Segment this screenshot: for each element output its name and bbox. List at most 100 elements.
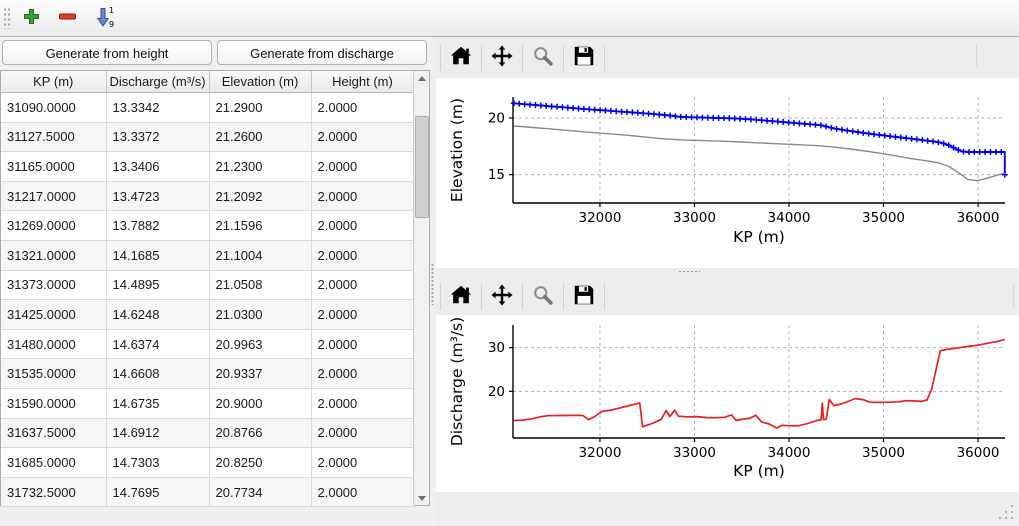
table-cell[interactable]: 2.0000 <box>311 122 414 152</box>
table-cell[interactable]: 31127.5000 <box>1 122 106 152</box>
table-cell[interactable]: 13.3406 <box>106 152 209 182</box>
table-cell[interactable]: 2.0000 <box>311 329 414 359</box>
table-scrollbar[interactable] <box>413 71 429 505</box>
table-row[interactable]: 31321.000014.168521.10042.0000 <box>1 240 414 270</box>
table-cell[interactable]: 14.6735 <box>106 388 209 418</box>
add-row-button[interactable] <box>17 5 45 31</box>
table-cell[interactable]: 2.0000 <box>311 270 414 300</box>
table-cell[interactable]: 20.8766 <box>209 418 311 448</box>
table-cell[interactable]: 2.0000 <box>311 477 414 507</box>
pan-button[interactable] <box>486 282 518 312</box>
table-cell[interactable]: 20.9337 <box>209 359 311 389</box>
table-cell[interactable]: 31535.0000 <box>1 359 106 389</box>
table-row[interactable]: 31217.000013.472321.20922.0000 <box>1 181 414 211</box>
table-row[interactable]: 31637.500014.691220.87662.0000 <box>1 418 414 448</box>
table-cell[interactable]: 2.0000 <box>311 93 414 123</box>
table-cell[interactable]: 31732.5000 <box>1 477 106 507</box>
col-header-elevation[interactable]: Elevation (m) <box>209 71 311 93</box>
table-cell[interactable]: 2.0000 <box>311 388 414 418</box>
table-cell[interactable]: 2.0000 <box>311 359 414 389</box>
table-row[interactable]: 31425.000014.624821.03002.0000 <box>1 300 414 330</box>
elevation-chart-canvas[interactable]: 32000330003400035000360001520KP (m)Eleva… <box>436 78 1019 268</box>
table-cell[interactable]: 2.0000 <box>311 418 414 448</box>
minus-icon <box>58 8 77 28</box>
save-button[interactable] <box>568 282 600 312</box>
separator <box>481 45 482 71</box>
table-cell[interactable]: 14.7695 <box>106 477 209 507</box>
remove-row-button[interactable] <box>53 5 81 31</box>
table-cell[interactable]: 21.2300 <box>209 152 311 182</box>
table-cell[interactable]: 14.1685 <box>106 240 209 270</box>
table-row[interactable]: 31269.000013.788221.15962.0000 <box>1 211 414 241</box>
generate-from-height-button[interactable]: Generate from height <box>2 40 212 65</box>
table-cell[interactable]: 13.3342 <box>106 93 209 123</box>
table-cell[interactable]: 14.7303 <box>106 448 209 478</box>
col-header-kp[interactable]: KP (m) <box>1 71 106 93</box>
pan-button[interactable] <box>486 43 518 73</box>
table-cell[interactable]: 31480.0000 <box>1 329 106 359</box>
window-size-grip[interactable] <box>998 504 1015 521</box>
zoom-button[interactable] <box>527 43 559 73</box>
table-cell[interactable]: 20.8250 <box>209 448 311 478</box>
table-cell[interactable]: 31425.0000 <box>1 300 106 330</box>
panel-splitter[interactable] <box>429 37 436 526</box>
table-row[interactable]: 31127.500013.337221.26002.0000 <box>1 122 414 152</box>
zoom-button[interactable] <box>527 282 559 312</box>
table-row[interactable]: 31732.500014.769520.77342.0000 <box>1 477 414 507</box>
table-cell[interactable]: 31685.0000 <box>1 448 106 478</box>
table-cell[interactable]: 21.0300 <box>209 300 311 330</box>
table-cell[interactable]: 13.4723 <box>106 181 209 211</box>
table-cell[interactable]: 21.2900 <box>209 93 311 123</box>
table-row[interactable]: 31590.000014.673520.90002.0000 <box>1 388 414 418</box>
table-cell[interactable]: 2.0000 <box>311 211 414 241</box>
table-cell[interactable]: 14.6248 <box>106 300 209 330</box>
table-cell[interactable]: 2.0000 <box>311 448 414 478</box>
discharge-chart-canvas[interactable]: 32000330003400035000360002030KP (m)Disch… <box>436 315 1019 492</box>
table-cell[interactable]: 31637.5000 <box>1 418 106 448</box>
toolbar-drag-handle[interactable] <box>3 7 10 29</box>
table-cell[interactable]: 21.2092 <box>209 181 311 211</box>
table-cell[interactable]: 14.6912 <box>106 418 209 448</box>
table-cell[interactable]: 2.0000 <box>311 300 414 330</box>
table-cell[interactable]: 31217.0000 <box>1 181 106 211</box>
table-cell[interactable]: 21.1596 <box>209 211 311 241</box>
table-cell[interactable]: 31165.0000 <box>1 152 106 182</box>
home-button[interactable] <box>445 43 477 73</box>
table-row[interactable]: 31480.000014.637420.99632.0000 <box>1 329 414 359</box>
table-cell[interactable]: 13.3372 <box>106 122 209 152</box>
sort-rows-button[interactable]: 1 9 <box>90 5 118 31</box>
table-cell[interactable]: 14.4895 <box>106 270 209 300</box>
table-cell[interactable]: 2.0000 <box>311 152 414 182</box>
table-row[interactable]: 31165.000013.340621.23002.0000 <box>1 152 414 182</box>
table-cell[interactable]: 31321.0000 <box>1 240 106 270</box>
table-row[interactable]: 31090.000013.334221.29002.0000 <box>1 93 414 123</box>
scrollbar-thumb[interactable] <box>415 116 429 218</box>
table-cell[interactable]: 20.9000 <box>209 388 311 418</box>
table-row[interactable]: 31535.000014.660820.93372.0000 <box>1 359 414 389</box>
col-header-height[interactable]: Height (m) <box>311 71 414 93</box>
table-cell[interactable]: 14.6608 <box>106 359 209 389</box>
save-button[interactable] <box>568 43 600 73</box>
table-cell[interactable]: 21.1004 <box>209 240 311 270</box>
table-cell[interactable]: 14.6374 <box>106 329 209 359</box>
table-cell[interactable]: 31373.0000 <box>1 270 106 300</box>
table-cell[interactable]: 2.0000 <box>311 240 414 270</box>
table-cell[interactable]: 31090.0000 <box>1 93 106 123</box>
chart-splitter[interactable] <box>436 268 1019 278</box>
col-header-discharge[interactable]: Discharge (m³/s) <box>106 71 209 93</box>
table-cell[interactable]: 21.0508 <box>209 270 311 300</box>
table-cell[interactable]: 31269.0000 <box>1 211 106 241</box>
home-button[interactable] <box>445 282 477 312</box>
generate-from-discharge-button[interactable]: Generate from discharge <box>217 40 427 65</box>
charts-panel: 32000330003400035000360001520KP (m)Eleva… <box>436 37 1019 526</box>
table-cell[interactable]: 31590.0000 <box>1 388 106 418</box>
table-cell[interactable]: 2.0000 <box>311 181 414 211</box>
table-cell[interactable]: 13.7882 <box>106 211 209 241</box>
table-row[interactable]: 31685.000014.730320.82502.0000 <box>1 448 414 478</box>
table-row[interactable]: 31373.000014.489521.05082.0000 <box>1 270 414 300</box>
scroll-down-button[interactable] <box>414 491 429 505</box>
table-cell[interactable]: 21.2600 <box>209 122 311 152</box>
scroll-up-button[interactable] <box>414 71 429 85</box>
table-cell[interactable]: 20.7734 <box>209 477 311 507</box>
table-cell[interactable]: 20.9963 <box>209 329 311 359</box>
